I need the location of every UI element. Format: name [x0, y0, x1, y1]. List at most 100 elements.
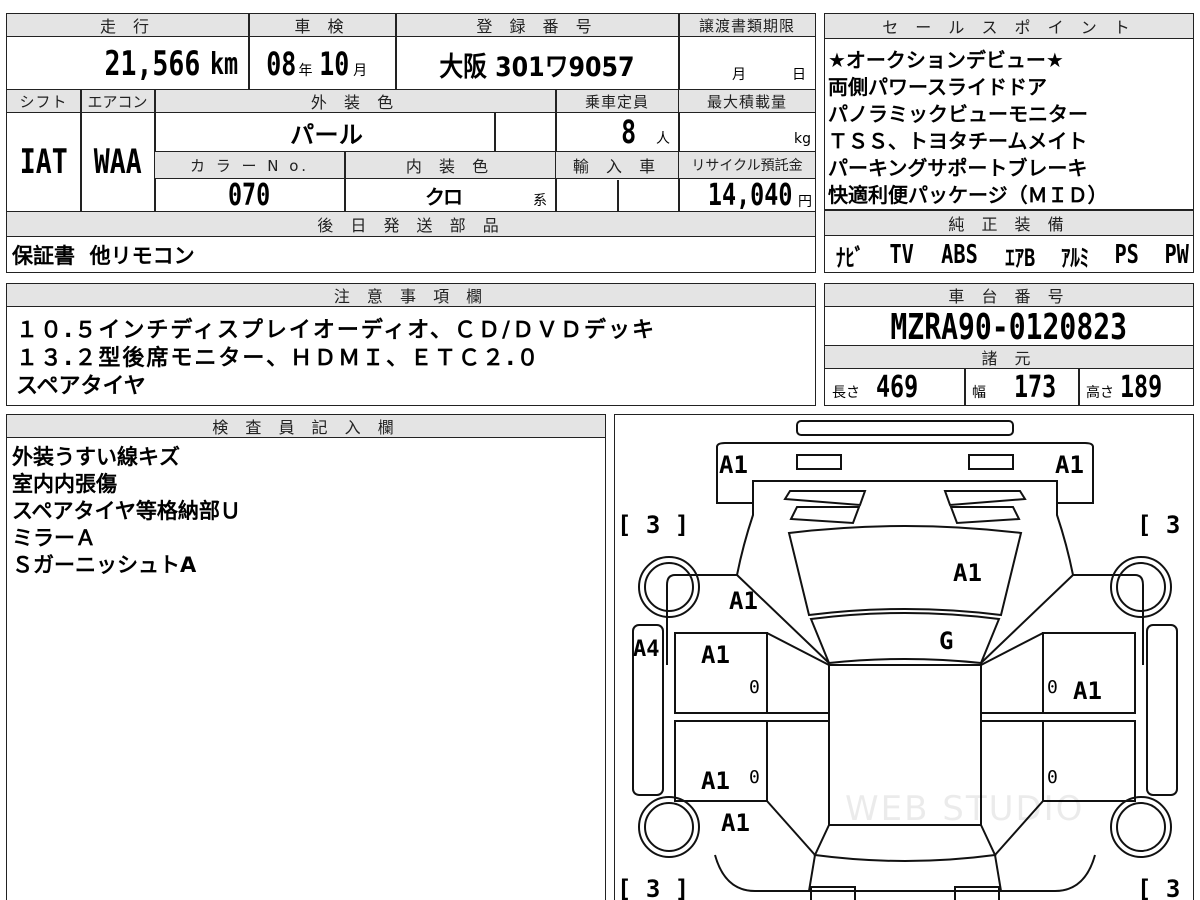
- mileage-value-cell: 21,566 km: [60, 40, 248, 88]
- mark-tire-rr: [ 3 ]: [1137, 875, 1181, 900]
- exterior-color-value-cell: パ ー ル: [155, 113, 494, 151]
- notes-lines: １０.５インチディスプレイオーディオ、ＣＤ/ＤＶＤデッキ １３.２型後席モニター…: [16, 312, 812, 399]
- aircon-value-cell: WAA: [81, 113, 154, 211]
- later-parts-header: 後 日 発 送 部 品: [7, 212, 815, 237]
- notes-line: １０.５インチディスプレイオーディオ、ＣＤ/ＤＶＤデッキ: [16, 318, 656, 343]
- sales-point-item: パノラミックビューモニター: [828, 102, 1088, 126]
- registration-header: 登 録 番 号: [396, 14, 678, 37]
- spec-width-value: 173: [1013, 370, 1057, 405]
- max-load-header: 最大積載量: [679, 90, 815, 113]
- mileage-header: 走 行: [7, 14, 248, 37]
- mark-front-door-right: A1: [1073, 677, 1102, 705]
- mark-front-door-left-num: 0: [749, 677, 760, 698]
- shaken-value-cell: 08 年 10 月: [262, 40, 394, 88]
- color-no-header: カ ラ ー N o.: [155, 152, 344, 179]
- aircon-header: エアコン: [81, 90, 154, 113]
- chassis-value-cell: MZRA90-0120823: [825, 306, 1193, 348]
- later-parts-value: 保証書 他リモコン: [12, 244, 195, 268]
- notes-header: 注 意 事 項 欄: [7, 284, 815, 307]
- mark-front-door-left: A1: [701, 641, 730, 669]
- mark-front-left: A1: [719, 451, 748, 479]
- car-diagram-box: A1 A1 [ 3 ] [ 3 ] A1 A1 G A4 A1 0 0 A1 A…: [614, 414, 1194, 900]
- sales-points-list: ★オークションデビュー★ 両側パワースライドドア パノラミックビューモニター Ｔ…: [828, 44, 1192, 207]
- sales-points-header: セ ー ル ス ポ イ ン ト: [825, 14, 1193, 39]
- registration-value: 大阪 301ワ9057: [439, 51, 635, 83]
- mark-front-door-right-num: 0: [1047, 677, 1058, 698]
- spec-height-label: 高さ: [1086, 384, 1114, 401]
- mark-rear-door-left-num: 0: [749, 767, 760, 788]
- chassis-value: MZRA90-0120823: [890, 306, 1128, 348]
- exterior-color-header: 外 装 色: [155, 90, 555, 113]
- equipment-airbag: ｴｱB: [1004, 243, 1035, 272]
- shaken-year: 08: [266, 45, 297, 83]
- inspector-line: ミラーＡ: [12, 526, 96, 550]
- sales-point-item: 両側パワースライドドア: [828, 75, 1047, 99]
- sales-point-item: ★オークションデビュー★: [828, 48, 1064, 72]
- color-no-value: 070: [228, 178, 271, 213]
- shift-header: シフト: [7, 90, 80, 113]
- recycle-value-cell: 14,040 円: [679, 178, 815, 213]
- interior-color-value: クロ: [425, 185, 463, 209]
- aircon-value: WAA: [93, 142, 142, 182]
- exterior-color-value: パ ー ル: [290, 120, 363, 149]
- specs-header: 諸 元: [825, 346, 1193, 369]
- equipment-ps: PS: [1114, 240, 1140, 270]
- spec-length-label: 長さ: [832, 384, 860, 401]
- recycle-value: 14,040: [707, 178, 793, 213]
- spec-height-value: 189: [1119, 370, 1163, 405]
- notes-line: １３.２型後席モニター、ＨＤＭＩ、ＥＴＣ２.０: [16, 346, 541, 371]
- mark-tire-fl: [ 3 ]: [617, 511, 690, 539]
- interior-color-suffix: 系: [533, 193, 547, 209]
- shaken-month-unit: 月: [353, 63, 368, 79]
- inspector-line: スペアタイヤ等格納部Ｕ: [12, 499, 241, 523]
- shaken-header: 車 検: [249, 14, 395, 37]
- spec-width-label: 幅: [972, 384, 986, 401]
- registration-value-cell: 大阪 301ワ9057: [396, 40, 678, 88]
- notes-line: スペアタイヤ: [16, 374, 146, 399]
- chassis-header: 車 台 番 号: [825, 284, 1193, 307]
- mark-left-fender: A1: [729, 587, 758, 615]
- capacity-value-cell: 8 人: [556, 113, 678, 151]
- inspector-line: ＳガーニッシュトA: [12, 553, 197, 577]
- genuine-equipment-header: 純 正 装 備: [825, 211, 1193, 236]
- mark-rear-door-right-num: 0: [1047, 767, 1058, 788]
- capacity-unit: 人: [656, 131, 670, 147]
- inspector-lines: 外装うすい線キズ 室内内張傷 スペアタイヤ等格納部Ｕ ミラーＡ Ｓガーニッシュト…: [12, 441, 602, 577]
- genuine-equipment-list: ﾅﾋﾞ TV ABS ｴｱB ｱﾙﾐ PS PW: [832, 238, 1192, 272]
- mark-bonnet: A1: [953, 559, 982, 587]
- inspector-line: 外装うすい線キズ: [12, 445, 180, 469]
- equipment-pw: PW: [1164, 240, 1189, 270]
- recycle-header: リサイクル預託金: [679, 152, 815, 179]
- recycle-unit: 円: [798, 193, 812, 210]
- mark-windshield: G: [939, 627, 954, 655]
- equipment-abs: ABS: [940, 240, 978, 270]
- spec-length-value: 469: [875, 370, 919, 405]
- equipment-tv: TV: [889, 240, 914, 270]
- mark-rear-quarter-left: A1: [721, 809, 750, 837]
- max-load-unit: kg: [794, 131, 811, 147]
- shift-value: IAT: [19, 142, 68, 182]
- inspector-line: 室内内張傷: [12, 472, 117, 496]
- sales-point-item: パーキングサポートブレーキ: [828, 156, 1088, 180]
- transfer-docs-header: 譲渡書類期限: [679, 14, 815, 37]
- spec-width-cell: 幅 173: [972, 370, 1076, 405]
- mark-left-step: A4: [633, 637, 660, 662]
- interior-color-value-cell: クロ 系: [345, 180, 555, 211]
- inspector-header: 検 査 員 記 入 欄: [7, 415, 605, 438]
- sales-point-item: ＴＳＳ、トヨタチームメイト: [828, 129, 1088, 153]
- later-parts-value-cell: 保証書 他リモコン: [12, 238, 812, 272]
- sales-point-item: 快適利便パッケージ（ＭＩＤ）: [828, 183, 1108, 207]
- transfer-docs-value-cell: 月 日: [680, 40, 814, 88]
- equipment-alloy: ｱﾙﾐ: [1061, 243, 1090, 272]
- capacity-header: 乗車定員: [556, 90, 678, 113]
- transfer-month-unit: 月: [732, 67, 746, 83]
- mark-tire-fr: [ 3 ]: [1137, 511, 1181, 539]
- shaken-year-unit: 年: [298, 63, 313, 79]
- mark-rear-door-left: A1: [701, 767, 730, 795]
- mark-front-right: A1: [1055, 451, 1084, 479]
- interior-color-header: 内 装 色: [345, 152, 555, 179]
- mark-tire-rl: [ 3 ]: [617, 875, 690, 900]
- watermark-text: WEB STUDIO: [845, 789, 1085, 829]
- spec-length-cell: 長さ 469: [832, 370, 962, 405]
- shift-value-cell: IAT: [7, 113, 80, 211]
